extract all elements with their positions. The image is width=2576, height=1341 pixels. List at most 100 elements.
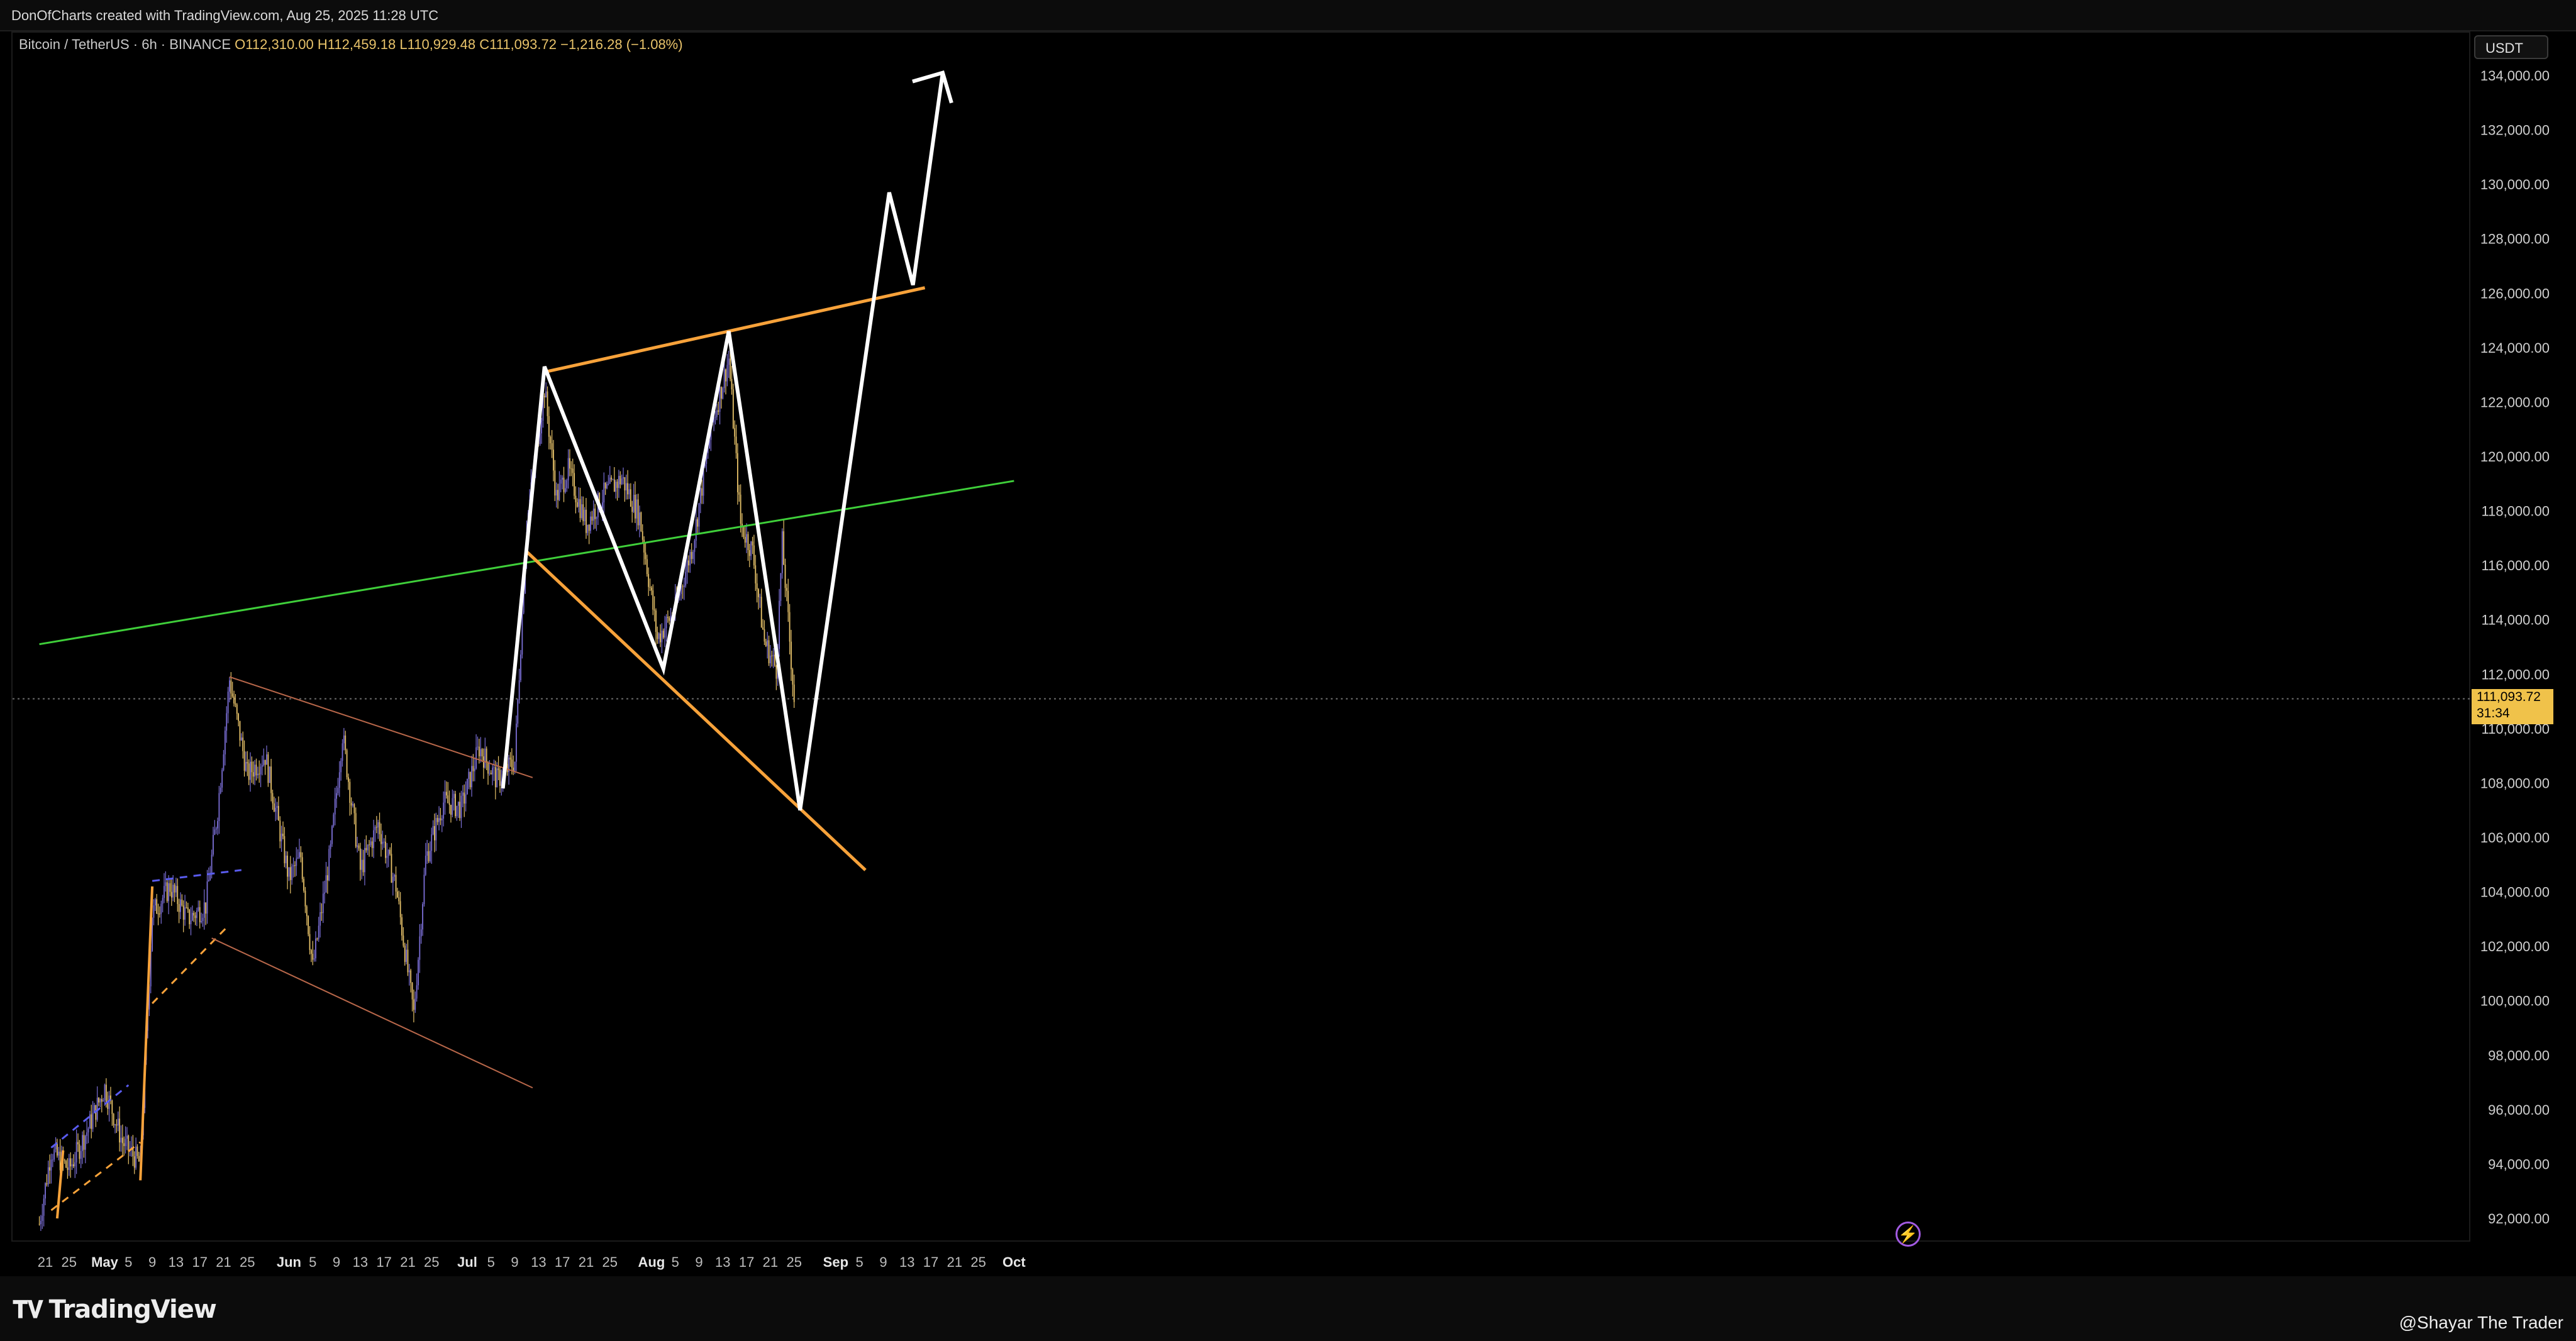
candle-body [84, 1135, 86, 1150]
candle-body [511, 759, 513, 768]
candle-body [80, 1151, 82, 1159]
candle-body [460, 795, 462, 819]
candle-body [243, 751, 245, 771]
candle-body [340, 761, 342, 773]
candle-body [174, 885, 175, 893]
candle-body [398, 897, 400, 902]
candle-body [170, 891, 172, 898]
candle-body [576, 502, 578, 507]
candle-body [567, 458, 569, 480]
price-tick-label: 96,000.00 [2488, 1102, 2550, 1118]
candle-body [748, 549, 750, 556]
candle-body [50, 1159, 52, 1171]
candle-body [338, 772, 340, 788]
candle-body [462, 792, 464, 796]
currency-selector[interactable]: USDT [2474, 35, 2548, 59]
candle-body [613, 479, 615, 492]
symbol-title: Bitcoin / TetherUS · 6h · BINANCE [19, 36, 231, 52]
candle-body [490, 773, 492, 775]
candle-body [341, 743, 343, 761]
candle-body [233, 696, 235, 704]
time-tick-label: 21 [400, 1254, 415, 1270]
candle-body [154, 899, 156, 906]
symbol-legend: Bitcoin / TetherUS · 6h · BINANCE O112,3… [19, 36, 683, 53]
candle-body [365, 847, 367, 851]
time-tick-label: Jun [277, 1254, 301, 1270]
candle-body [432, 825, 434, 835]
candle-body [374, 827, 376, 831]
candle-body [114, 1124, 116, 1125]
candle-body [477, 746, 479, 748]
candle-body [101, 1098, 103, 1102]
candle-body [760, 597, 762, 627]
price-tick-label: 112,000.00 [2482, 666, 2550, 682]
candle-body [699, 488, 701, 504]
candle-body [464, 792, 465, 804]
candle-body [475, 747, 477, 769]
candle-body [357, 845, 358, 847]
candle-body [755, 565, 757, 583]
candle-body [554, 470, 556, 496]
candle-body [616, 482, 618, 488]
candle-body [82, 1135, 83, 1151]
candle-body [580, 504, 582, 518]
candle-body [196, 910, 197, 919]
candle-body [217, 820, 218, 829]
candle-body [312, 954, 314, 960]
ohlc-low: L110,929.48 [399, 36, 476, 52]
candle-body [276, 806, 278, 808]
candle-body [65, 1161, 67, 1167]
candle-body [770, 655, 771, 663]
ohlc-change: −1,216.28 (−1.08%) [560, 36, 683, 52]
candle-body [382, 842, 384, 844]
candle-body [306, 906, 308, 917]
candle-body [303, 879, 304, 891]
price-chart[interactable]: 134,000.00 132,000.00 130,000.00 128,000.00… [0, 0, 2576, 1341]
candle-body [719, 387, 721, 412]
candle-body [168, 883, 169, 902]
candle-body [662, 631, 664, 638]
candle-body [133, 1156, 135, 1168]
candle-body [240, 737, 242, 741]
candle-body [395, 875, 397, 892]
lightning-icon[interactable]: ⚡ [1896, 1222, 1921, 1247]
candle-body [484, 748, 486, 768]
candle-body [367, 844, 369, 851]
candle-body [469, 771, 471, 788]
candle-body [649, 587, 651, 588]
candle-body [57, 1143, 58, 1156]
candle-body [645, 552, 647, 560]
price-tick-label: 94,000.00 [2488, 1156, 2550, 1172]
candle-body [182, 905, 184, 920]
tradingview-logo[interactable]: 𝐓𝐕 TradingView [13, 1295, 217, 1324]
candle-body [514, 761, 516, 772]
candle-body [202, 917, 204, 921]
candle-body [636, 499, 638, 519]
time-tick-label: Jul [457, 1254, 477, 1270]
candle-body [325, 875, 327, 893]
candle-body [555, 490, 557, 496]
candle-body [695, 519, 697, 541]
candle-body [689, 551, 691, 566]
candle-body [483, 756, 484, 768]
candle-body [429, 851, 431, 861]
candle-body [313, 958, 315, 960]
candle-body [380, 834, 382, 844]
candle-body [459, 802, 461, 819]
candle-body [574, 473, 575, 496]
candle-body [660, 633, 661, 643]
candle-body [406, 949, 407, 963]
time-tick-label: 25 [424, 1254, 439, 1270]
candle-body [79, 1144, 80, 1159]
candle-body [215, 828, 217, 830]
candle-body [123, 1143, 125, 1146]
candle-body [53, 1149, 55, 1160]
candle-body [389, 849, 391, 854]
candle-body [280, 833, 282, 842]
candle-body [563, 477, 565, 492]
candle-body [135, 1146, 137, 1168]
time-tick-label: 17 [923, 1254, 938, 1270]
candle-body [426, 851, 428, 856]
candle-body [266, 754, 267, 765]
candle-body [692, 551, 694, 560]
